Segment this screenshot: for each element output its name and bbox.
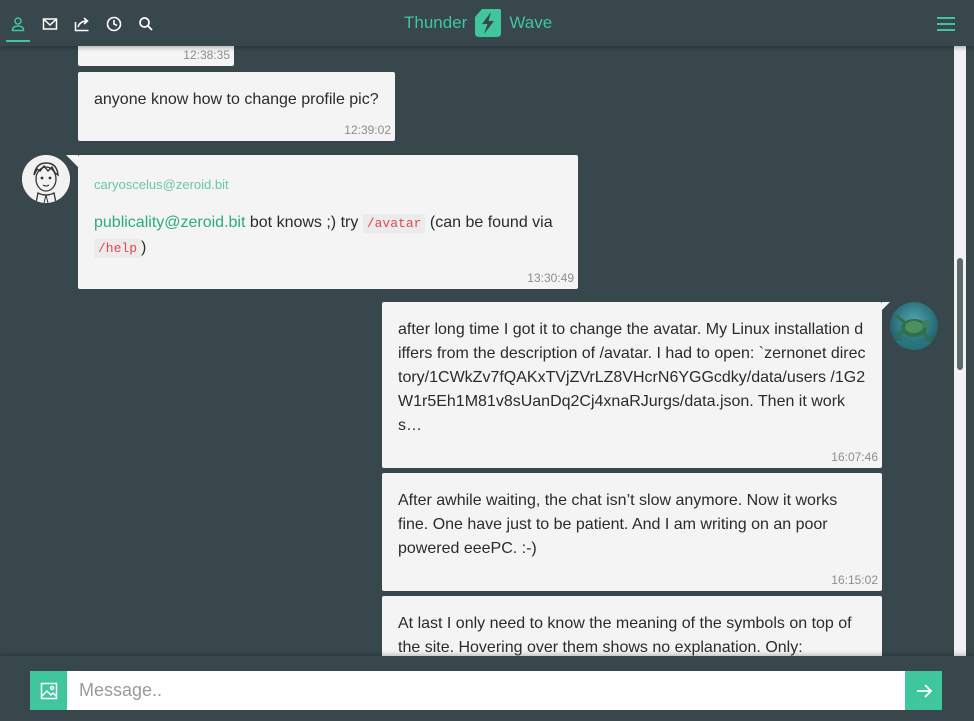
message-feed: 12:38:35 anyone know how to change profi… [0, 0, 974, 721]
message-text: anyone know how to change profile pic? [94, 91, 379, 108]
arrow-right-icon [916, 683, 932, 698]
brand-text-left: Thunder [404, 13, 468, 32]
brand-text-right: Wave [509, 13, 553, 32]
user-avatar[interactable] [22, 155, 70, 203]
message-time: 16:15:02 [831, 573, 878, 587]
message-bubble: caryoscelus@zeroid.bit publicality@zeroi… [66, 155, 578, 289]
share-icon[interactable] [70, 12, 94, 36]
message-bubble: after long time I got it to change the a… [382, 302, 890, 468]
message-text: After awhile waiting, the chat isn’t slo… [398, 492, 838, 557]
command-code: /avatar [362, 214, 426, 233]
bubble-tail [882, 302, 890, 310]
clock-icon[interactable] [102, 12, 126, 36]
bubble-tail [66, 155, 78, 167]
message-time: 12:38:35 [183, 48, 230, 62]
message-time: 16:07:46 [831, 450, 878, 464]
message-text: At last I only need to know the meaning … [398, 615, 852, 656]
text-fragment: bot knows ;) try [249, 214, 359, 231]
image-icon [40, 682, 57, 699]
image-upload-button[interactable] [30, 671, 67, 710]
message-time: 13:30:49 [527, 271, 574, 285]
message-sender[interactable]: caryoscelus@zeroid.bit [94, 177, 229, 192]
send-button[interactable] [905, 671, 942, 710]
message-time: 12:39:02 [344, 123, 391, 137]
brand-title[interactable]: Thunder Wave [404, 6, 552, 40]
search-icon[interactable] [134, 12, 158, 36]
text-fragment: ) [141, 239, 147, 256]
message-bubble: anyone know how to change profile pic? 1… [78, 72, 395, 141]
message-input[interactable] [67, 671, 906, 710]
scrollbar-thumb[interactable] [957, 258, 963, 370]
user-mention[interactable]: publicality@zeroid.bit [94, 214, 245, 231]
mail-icon[interactable] [38, 12, 62, 36]
user-avatar[interactable] [890, 302, 938, 350]
message-text: after long time I got it to change the a… [398, 321, 866, 434]
hamburger-menu-icon[interactable] [934, 12, 958, 36]
text-fragment: (can be found via [429, 214, 553, 231]
message-bubble: After awhile waiting, the chat isn’t slo… [382, 473, 882, 591]
top-bar: Thunder Wave [0, 0, 974, 46]
message-text: publicality@zeroid.bit bot knows ;) try … [94, 211, 562, 261]
active-tab-indicator [6, 40, 30, 42]
lightning-logo-icon [475, 9, 502, 37]
message-composer [0, 656, 974, 721]
user-icon[interactable] [6, 12, 30, 36]
command-code: /help [94, 239, 142, 258]
